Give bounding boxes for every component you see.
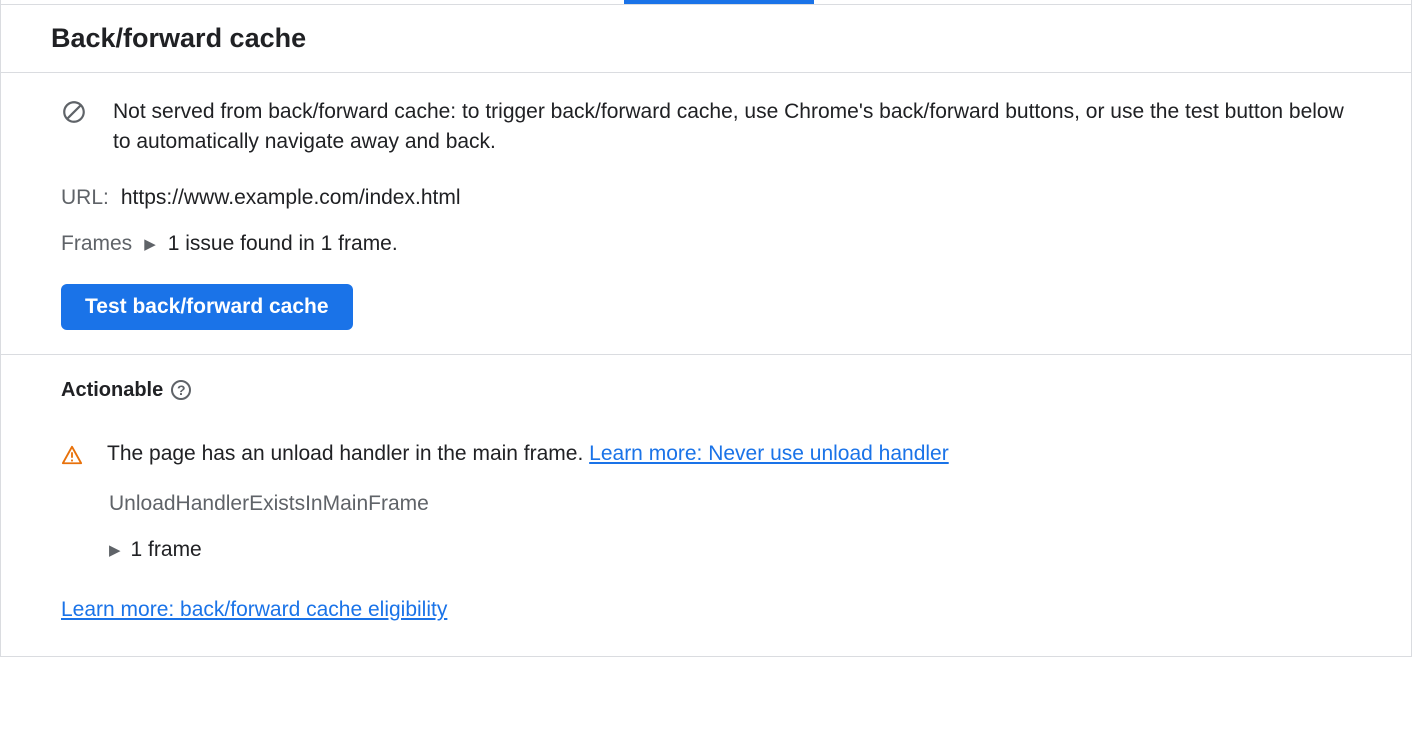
frames-row[interactable]: Frames ▶ 1 issue found in 1 frame. [61, 232, 1351, 256]
status-message: Not served from back/forward cache: to t… [113, 97, 1351, 158]
eligibility-link-row: Learn more: back/forward cache eligibili… [61, 598, 1351, 622]
issue-frame-row[interactable]: ▶ 1 frame [109, 538, 1351, 562]
issue-text-wrap: The page has an unload handler in the ma… [107, 442, 949, 466]
actionable-heading: Actionable [61, 379, 163, 402]
actionable-heading-row: Actionable ? [61, 379, 1351, 402]
test-bfcache-button[interactable]: Test back/forward cache [61, 284, 353, 330]
frames-summary: 1 issue found in 1 frame. [168, 232, 398, 256]
frames-label: Frames [61, 232, 132, 256]
url-label: URL: [61, 186, 109, 210]
issue-frame-count: 1 frame [131, 538, 202, 562]
warning-icon [61, 444, 83, 466]
not-allowed-icon [61, 99, 87, 125]
issue-description: The page has an unload handler in the ma… [107, 442, 589, 465]
actionable-section: Actionable ? The page has an unload hand… [1, 355, 1411, 656]
issue-code: UnloadHandlerExistsInMainFrame [109, 492, 1351, 516]
status-section: Not served from back/forward cache: to t… [1, 73, 1411, 355]
help-icon[interactable]: ? [171, 380, 191, 400]
panel-title: Back/forward cache [51, 23, 1361, 54]
issue-learn-more-link[interactable]: Learn more: Never use unload handler [589, 442, 949, 465]
disclosure-triangle-icon[interactable]: ▶ [109, 541, 121, 559]
bfcache-panel: Back/forward cache Not served from back/… [0, 0, 1412, 657]
panel-header: Back/forward cache [1, 5, 1411, 73]
url-row: URL: https://www.example.com/index.html [61, 186, 1351, 210]
url-value: https://www.example.com/index.html [121, 186, 461, 210]
status-row: Not served from back/forward cache: to t… [61, 97, 1351, 158]
issue-row: The page has an unload handler in the ma… [61, 442, 1351, 466]
disclosure-triangle-icon[interactable]: ▶ [144, 235, 156, 253]
eligibility-learn-more-link[interactable]: Learn more: back/forward cache eligibili… [61, 598, 447, 621]
